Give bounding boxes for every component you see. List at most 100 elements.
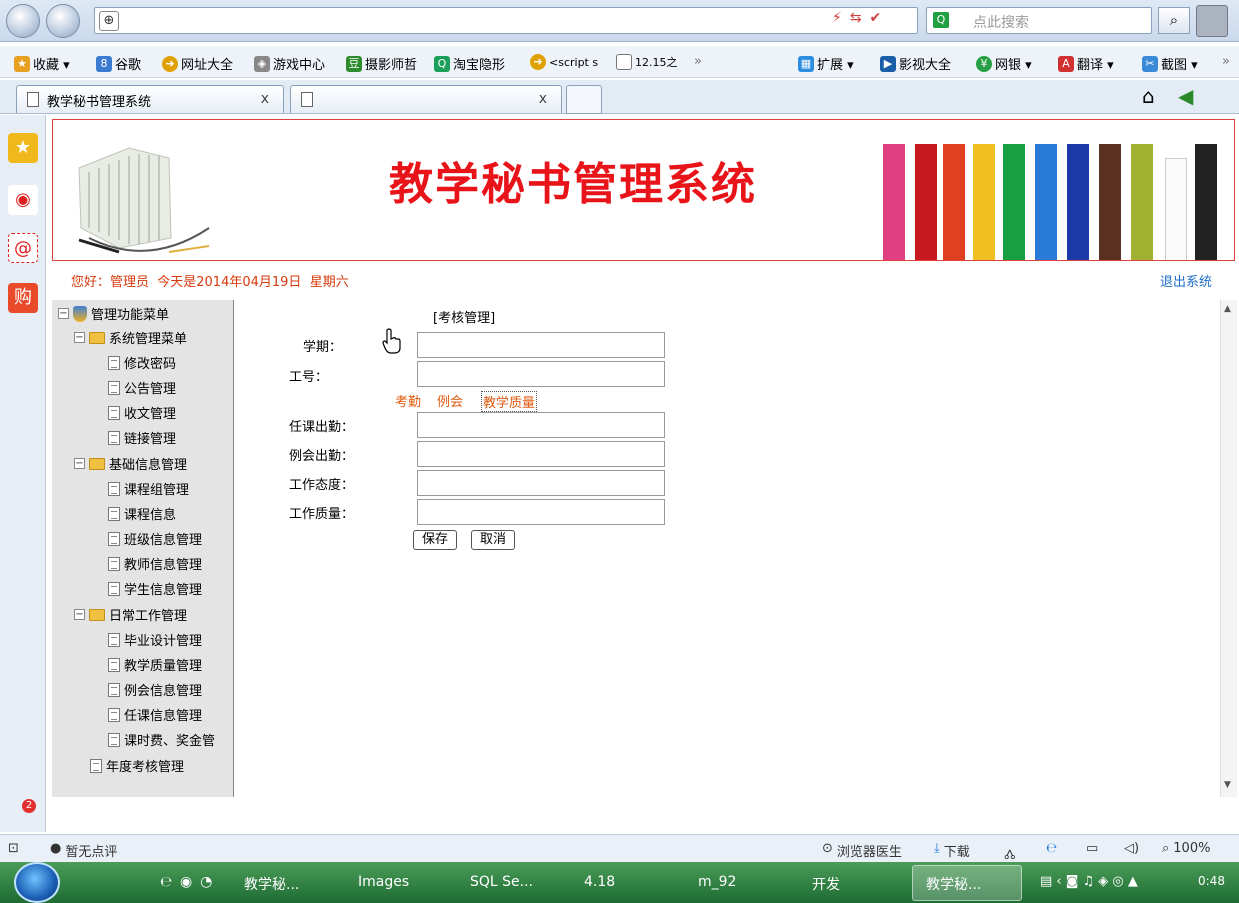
fav-item-sites[interactable]: ➜ 网址大全: [162, 54, 233, 73]
sound-icon[interactable]: ◁): [1124, 841, 1139, 856]
tree-item-quality[interactable]: 教学质量管理: [108, 655, 202, 674]
address-input[interactable]: ⊕: [94, 7, 918, 34]
window-icon[interactable]: ▭: [1086, 841, 1098, 856]
favorites-star-icon[interactable]: ★: [8, 133, 38, 163]
tab-jiaoxue[interactable]: 教学秘书管理系统 x: [16, 85, 284, 113]
tree-item-class[interactable]: 班级信息管理: [108, 529, 202, 548]
tree-item-graduation[interactable]: 毕业设计管理: [108, 630, 202, 649]
fav-item-screenshot[interactable]: ✂ 截图 ▾: [1142, 54, 1198, 73]
collapse-icon[interactable]: −: [74, 458, 85, 469]
tab-blank[interactable]: x: [290, 85, 562, 113]
meeting-link[interactable]: 例会: [437, 391, 463, 410]
search-input[interactable]: Q 点此搜索: [926, 7, 1152, 34]
taskbar-item-1[interactable]: Images: [358, 874, 409, 890]
meeting-label: 例会出勤：: [289, 449, 355, 464]
tree-item-course-info[interactable]: 课程信息: [108, 504, 176, 523]
taskbar-item-5[interactable]: 开发: [812, 874, 840, 894]
quality-input[interactable]: [417, 499, 665, 525]
tree-group-system[interactable]: − 系统管理菜单: [74, 328, 187, 347]
fav-item-script[interactable]: ➜ <script s: [530, 54, 598, 70]
search-engine-icon[interactable]: Q: [933, 12, 949, 28]
collapse-icon[interactable]: −: [74, 332, 85, 343]
quicklaunch-icons[interactable]: ℮◉◔: [160, 874, 220, 890]
tree-item-meeting[interactable]: 例会信息管理: [108, 680, 202, 699]
tree-item-notice[interactable]: 公告管理: [108, 378, 176, 397]
fav-more[interactable]: »: [694, 54, 702, 69]
teaching-quality-link[interactable]: 教学质量: [481, 391, 538, 412]
tab-bar: 教学秘书管理系统 x x: [0, 80, 1239, 114]
attendance-input[interactable]: [417, 412, 665, 438]
content-scrollbar[interactable]: ▲ ▼: [1220, 300, 1237, 797]
tree-group-basic[interactable]: − 基础信息管理: [74, 454, 187, 473]
mail-icon[interactable]: @: [8, 233, 38, 263]
rating-item[interactable]: ● 暂无点评: [50, 841, 117, 860]
fav-item-extension[interactable]: ▦ 扩展 ▾: [798, 54, 854, 73]
taskbar-item-6[interactable]: 教学秘...: [926, 874, 981, 894]
tree-item-student[interactable]: 学生信息管理: [108, 579, 202, 598]
tree-item-annual-review[interactable]: 年度考核管理: [90, 756, 184, 775]
fav-item-1215[interactable]: 12.15之: [616, 54, 678, 70]
home-icon[interactable]: ⌂: [1142, 84, 1155, 108]
tab-close-icon[interactable]: x: [539, 91, 547, 107]
forward-button[interactable]: [46, 4, 80, 38]
back-arrow-icon[interactable]: ◀: [1178, 84, 1193, 108]
tree-item-teacher[interactable]: 教师信息管理: [108, 554, 202, 573]
new-tab-button[interactable]: [566, 85, 602, 114]
user-avatar-icon[interactable]: [1196, 5, 1228, 37]
collapse-icon[interactable]: −: [58, 308, 69, 319]
tree-item-links[interactable]: 链接管理: [108, 428, 176, 447]
document-icon: [108, 707, 120, 722]
scroll-up-icon[interactable]: ▲: [1224, 304, 1231, 314]
back-button[interactable]: [6, 4, 40, 38]
fav-item-games[interactable]: ◈ 游戏中心: [254, 54, 325, 73]
semester-input[interactable]: [417, 332, 665, 358]
tray-icons[interactable]: ▤ ‹ ◙ ♫ ◈ ◎ ▲: [1040, 874, 1138, 889]
tree-item-course-group[interactable]: 课程组管理: [108, 479, 189, 498]
screenshot-icon: ✂: [1142, 55, 1158, 72]
cancel-button[interactable]: 取消: [471, 530, 516, 550]
tree-root[interactable]: − 管理功能菜单: [58, 304, 169, 323]
weibo-icon[interactable]: ◉: [8, 185, 38, 215]
document-icon: [108, 405, 120, 420]
taskbar-item-3[interactable]: 4.18: [584, 874, 615, 890]
meeting-input[interactable]: [417, 441, 665, 467]
taskbar-item-0[interactable]: 教学秘...: [244, 874, 299, 894]
search-button[interactable]: ⌕: [1158, 7, 1190, 34]
tree-group-daily[interactable]: − 日常工作管理: [74, 605, 187, 624]
download-button[interactable]: ⤓ 下载: [934, 841, 970, 860]
taskbar-item-4[interactable]: m_92: [698, 874, 736, 890]
ie-icon[interactable]: ℮: [1046, 841, 1057, 856]
address-actions[interactable]: ⚡⇆✔: [832, 10, 889, 26]
start-button[interactable]: [14, 862, 60, 903]
fav-item-bank[interactable]: ¥ 网银 ▾: [976, 54, 1032, 73]
shopping-icon[interactable]: 购: [8, 283, 38, 313]
staff-id-input[interactable]: [417, 361, 665, 387]
document-icon: [90, 758, 102, 773]
tree-item-teaching[interactable]: 任课信息管理: [108, 705, 202, 724]
sidebar-toggle-icon[interactable]: ⊡: [8, 841, 19, 856]
logout-link[interactable]: 退出系统: [1160, 271, 1212, 290]
tree-item-fee[interactable]: 课时费、奖金管: [108, 730, 215, 749]
tree-item-incoming[interactable]: 收文管理: [108, 403, 176, 422]
taskbar-item-2[interactable]: SQL Se...: [470, 874, 533, 890]
attitude-input[interactable]: [417, 470, 665, 496]
zoom-control[interactable]: ⌕ 100%: [1162, 841, 1210, 856]
clock[interactable]: 0:48: [1198, 874, 1225, 888]
fav-right-more[interactable]: »: [1222, 54, 1230, 69]
fav-item-photo[interactable]: 豆摄影师哲: [346, 54, 417, 73]
collapse-icon[interactable]: −: [74, 609, 85, 620]
fav-item-video[interactable]: ▶ 影视大全: [880, 54, 951, 73]
fav-item-collect[interactable]: ★ 收藏 ▾: [14, 54, 70, 73]
attendance-link[interactable]: 考勤: [395, 391, 421, 410]
notification-badge[interactable]: 2: [22, 799, 36, 813]
browser-doctor[interactable]: ⊙ 浏览器医生: [822, 841, 902, 860]
fav-item-translate[interactable]: A 翻译 ▾: [1058, 54, 1114, 73]
save-button[interactable]: 保存: [413, 530, 458, 550]
tree-item-change-password[interactable]: 修改密码: [108, 353, 176, 372]
fav-item-taobao[interactable]: Q 淘宝隐形: [434, 54, 505, 73]
document-icon: [108, 481, 120, 496]
scroll-down-icon[interactable]: ▼: [1224, 780, 1231, 790]
tab-close-icon[interactable]: x: [261, 91, 269, 107]
fav-item-google[interactable]: 8 谷歌: [96, 54, 141, 73]
folder-icon: [89, 331, 105, 344]
